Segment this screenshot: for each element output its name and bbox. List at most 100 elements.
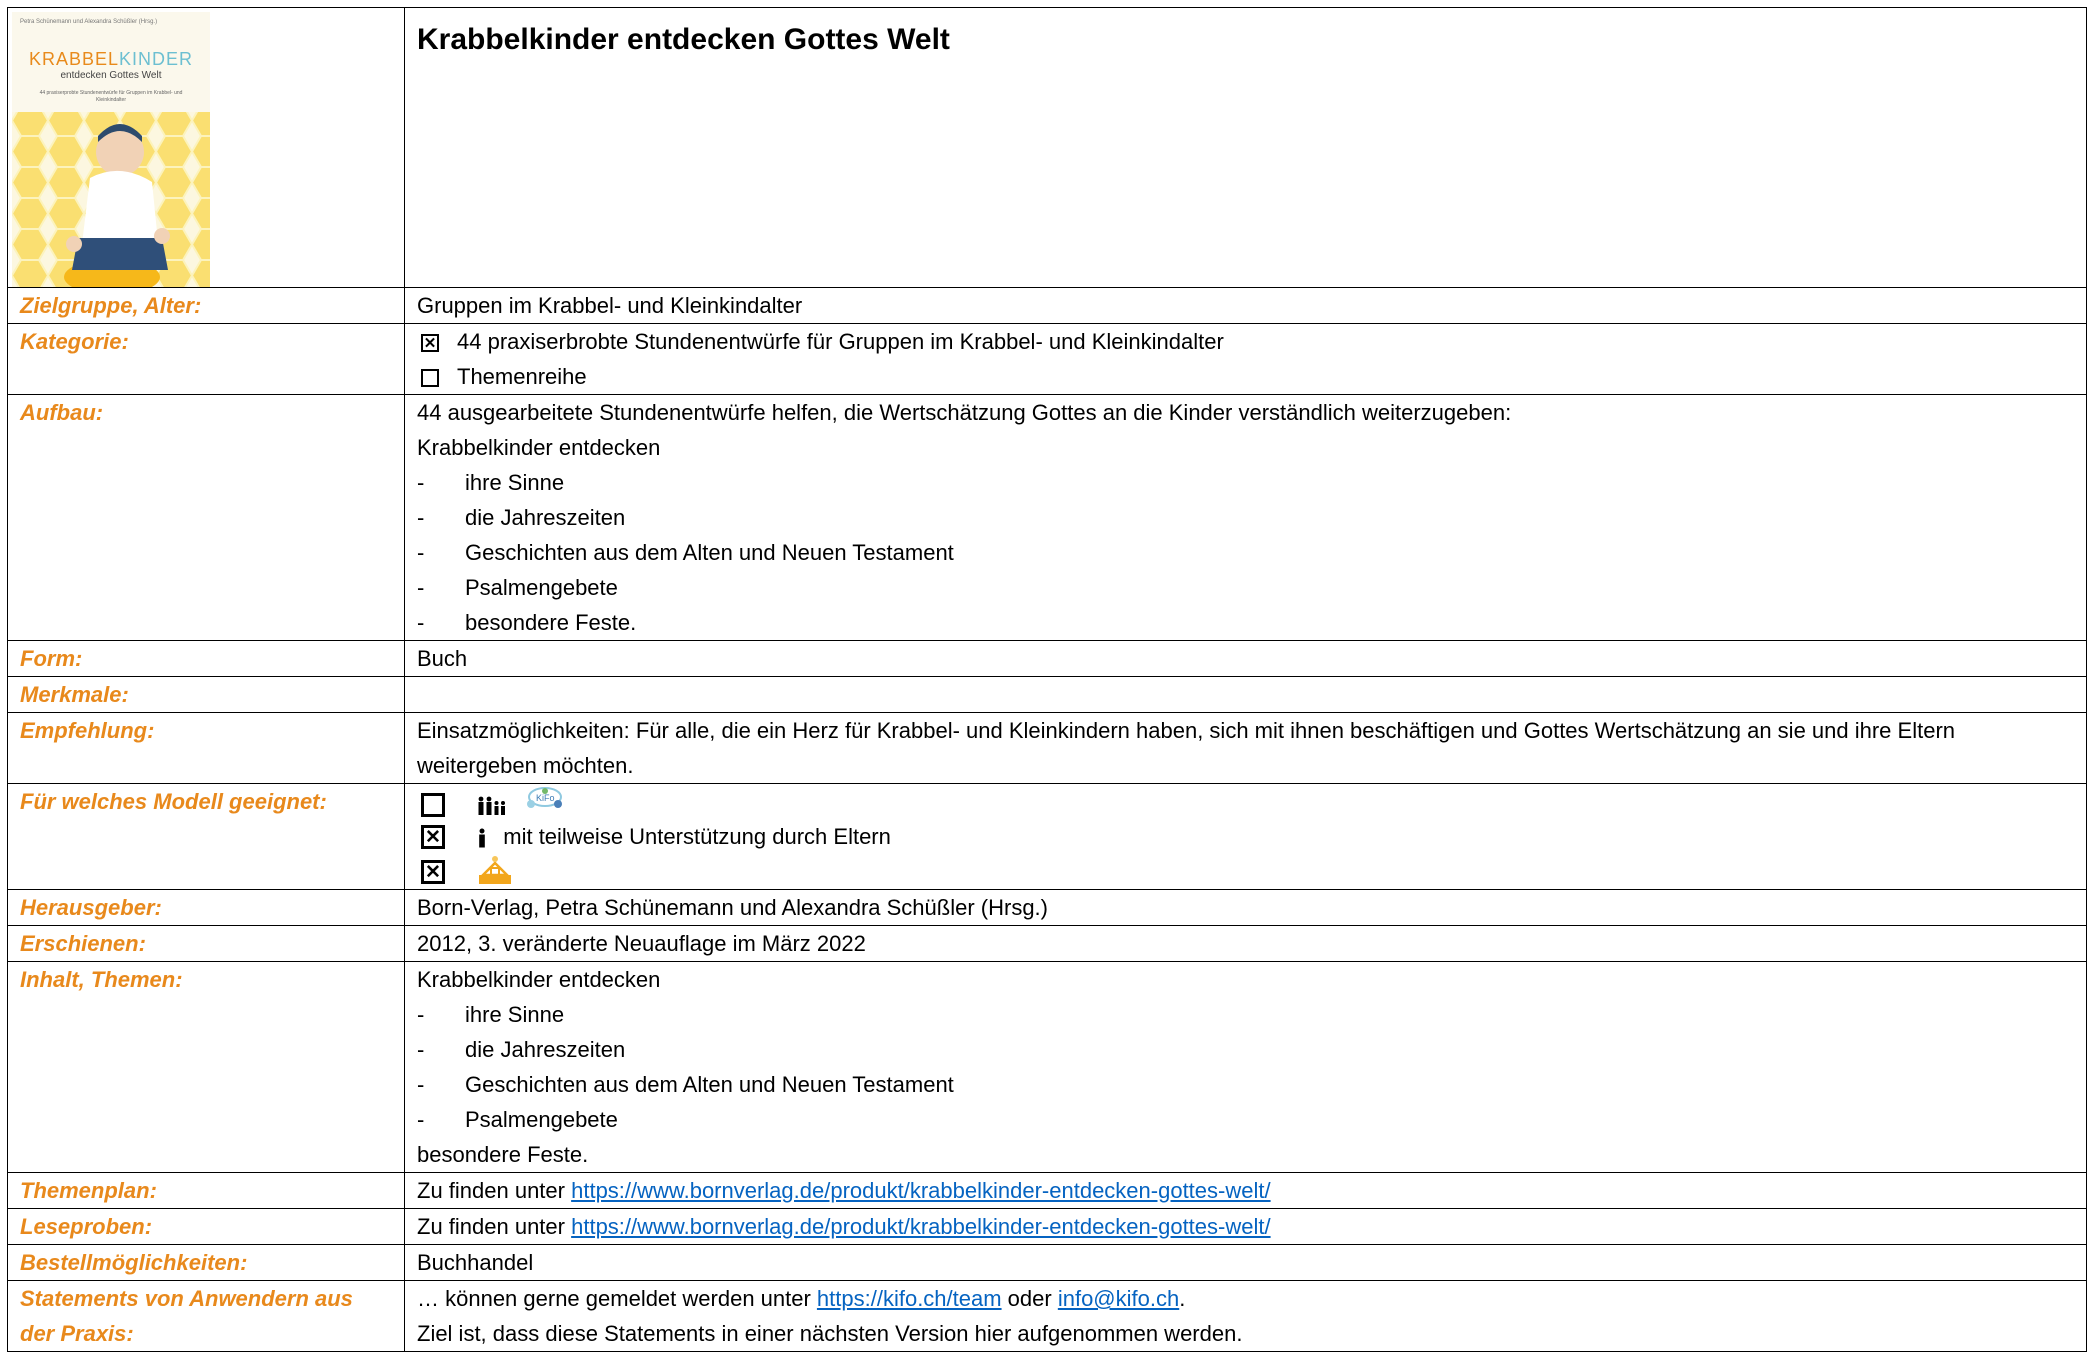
list-item-text: ihre Sinne — [465, 1002, 565, 1027]
cover-brand: KRABBELKINDER — [12, 48, 210, 70]
zielgruppe-text: Gruppen im Krabbel- und Kleinkindalter — [417, 293, 803, 318]
label-erschienen: Erschienen: — [7, 925, 405, 962]
statements-suffix: . — [1179, 1286, 1186, 1311]
label-statements: Statements von Anwendern aus der Praxis: — [7, 1280, 405, 1352]
kategorie-option-1-label: 44 praxiserbrobte Stundenentwürfe für Gr… — [457, 329, 1224, 354]
value-leseproben: Zu finden unter https://www.bornverlag.d… — [404, 1208, 2087, 1245]
label-inhalt: Inhalt, Themen: — [7, 961, 405, 1173]
cover-brand-b: KINDER — [119, 49, 194, 69]
value-modell: KiFo mit teilweise Unterstützung durch E… — [404, 783, 2087, 890]
merkmale-text — [417, 677, 2074, 712]
row-leseproben: Leseproben: Zu finden unter https://www.… — [7, 1208, 2087, 1245]
bestell-text: Buchhandel — [417, 1250, 534, 1275]
themenplan-link[interactable]: https://www.bornverlag.de/produkt/krabbe… — [571, 1178, 1270, 1203]
label-bestell: Bestellmöglichkeiten: — [7, 1244, 405, 1281]
statements-prefix: … können gerne gemeldet werden unter — [417, 1286, 817, 1311]
team-link[interactable]: https://kifo.ch/team — [817, 1286, 1002, 1311]
value-themenplan: Zu finden unter https://www.bornverlag.d… — [404, 1172, 2087, 1209]
page-title: Krabbelkinder entdecken Gottes Welt — [417, 23, 950, 56]
label-themenplan: Themenplan: — [7, 1172, 405, 1209]
checkbox-checked-icon[interactable] — [421, 326, 439, 359]
themenplan-prefix: Zu finden unter — [417, 1178, 572, 1203]
row-erschienen: Erschienen: 2012, 3. veränderte Neuaufla… — [7, 925, 2087, 962]
list-item: - ihre Sinne — [417, 1002, 565, 1027]
list-item-text: besondere Feste. — [465, 610, 637, 635]
label-aufbau: Aufbau: — [7, 394, 405, 641]
list-item-text: ihre Sinne — [465, 470, 565, 495]
kategorie-option-2: Themenreihe — [417, 359, 2074, 394]
cover-editors: Petra Schünemann und Alexandra Schüßler … — [20, 19, 158, 25]
value-statements: … können gerne gemeldet werden unter htt… — [404, 1280, 2087, 1352]
list-item-text: Psalmengebete — [465, 1107, 618, 1132]
svg-text:KiFo: KiFo — [536, 793, 555, 803]
email-link[interactable]: info@kifo.ch — [1058, 1286, 1179, 1311]
modell-option-3 — [417, 854, 2074, 889]
row-zielgruppe: Zielgruppe, Alter: Gruppen im Krabbel- u… — [7, 287, 2087, 324]
row-merkmale: Merkmale: — [7, 676, 2087, 713]
checkbox-unchecked-icon[interactable] — [421, 369, 439, 387]
value-empfehlung: Einsatzmöglichkeiten: Für alle, die ein … — [404, 712, 2087, 784]
row-bestell: Bestellmöglichkeiten: Buchhandel — [7, 1244, 2087, 1281]
kifo-house-icon — [479, 856, 512, 884]
info-sheet-table: Petra Schünemann und Alexandra Schüßler … — [7, 7, 2087, 1352]
statements-mid: oder — [1001, 1286, 1058, 1311]
leseproben-link[interactable]: https://www.bornverlag.de/produkt/krabbe… — [571, 1214, 1270, 1239]
row-kategorie: Kategorie: 44 praxiserbrobte Stundenentw… — [7, 323, 2087, 395]
list-item-text: Psalmengebete — [465, 575, 618, 600]
list-item-text: die Jahreszeiten — [465, 505, 626, 530]
inhalt-lead: Krabbelkinder entdecken — [417, 967, 661, 992]
modell-option-2: mit teilweise Unterstützung durch Eltern — [417, 819, 2074, 854]
row-form: Form: Buch — [7, 640, 2087, 677]
value-erschienen: 2012, 3. veränderte Neuauflage im März 2… — [404, 925, 2087, 962]
row-empfehlung: Empfehlung: Einsatzmöglichkeiten: Für al… — [7, 712, 2087, 784]
leseproben-prefix: Zu finden unter — [417, 1214, 572, 1239]
value-herausgeber: Born-Verlag, Petra Schünemann und Alexan… — [404, 889, 2087, 926]
aufbau-lead: Krabbelkinder entdecken — [417, 435, 661, 460]
statements-line-2: Ziel ist, dass diese Statements in einer… — [417, 1321, 1243, 1346]
label-empfehlung: Empfehlung: — [7, 712, 405, 784]
label-leseproben: Leseproben: — [7, 1208, 405, 1245]
list-item: - die Jahreszeiten — [417, 1037, 626, 1062]
list-item: - die Jahreszeiten — [417, 505, 626, 530]
list-item: - Psalmengebete — [417, 575, 618, 600]
value-aufbau: 44 ausgearbeitete Stundenentwürfe helfen… — [404, 394, 2087, 641]
kifo-logo-icon: KiFo — [527, 787, 563, 808]
list-item-text: die Jahreszeiten — [465, 1037, 626, 1062]
value-form: Buch — [404, 640, 2087, 677]
label-merkmale: Merkmale: — [7, 676, 405, 713]
leseproben-text: Zu finden unter https://www.bornverlag.d… — [417, 1209, 2074, 1244]
row-statements: Statements von Anwendern aus der Praxis:… — [7, 1280, 2087, 1352]
checkbox-checked-icon[interactable] — [421, 855, 445, 889]
checkbox-unchecked-icon[interactable] — [421, 793, 445, 817]
modell-option-1: KiFo — [417, 784, 2074, 819]
header-row: Petra Schünemann und Alexandra Schüßler … — [7, 7, 2087, 288]
cover-cell: Petra Schünemann und Alexandra Schüßler … — [7, 7, 405, 288]
book-cover-image: Petra Schünemann und Alexandra Schüßler … — [12, 12, 210, 287]
row-aufbau: Aufbau: 44 ausgearbeitete Stundenentwürf… — [7, 394, 2087, 641]
list-item: - Geschichten aus dem Alten und Neuen Tes… — [417, 540, 954, 565]
value-inhalt: Krabbelkinder entdecken - ihre Sinne - die… — [404, 961, 2087, 1173]
list-item: - Psalmengebete — [417, 1107, 618, 1132]
label-kategorie: Kategorie: — [7, 323, 405, 395]
row-modell: Für welches Modell geeignet: KiFo ✕ mit … — [7, 783, 2087, 890]
kategorie-option-1: 44 praxiserbrobte Stundenentwürfe für Gr… — [417, 324, 2074, 359]
list-item: - besondere Feste. — [417, 610, 637, 635]
person-icon — [479, 828, 485, 848]
herausgeber-text: Born-Verlag, Petra Schünemann und Alexan… — [417, 895, 1048, 920]
aufbau-intro: 44 ausgearbeitete Stundenentwürfe helfen… — [417, 400, 1512, 425]
list-item-text: Geschichten aus dem Alten und Neuen Test… — [465, 1072, 954, 1097]
cover-subtitle: entdecken Gottes Welt — [60, 70, 162, 81]
label-modell: Für welches Modell geeignet: — [7, 783, 405, 890]
form-text: Buch — [417, 646, 468, 671]
themenplan-text: Zu finden unter https://www.bornverlag.d… — [417, 1173, 2074, 1208]
checkbox-checked-icon[interactable] — [421, 820, 445, 854]
label-form: Form: — [7, 640, 405, 677]
list-item-text: Geschichten aus dem Alten und Neuen Test… — [465, 540, 954, 565]
title-cell: Krabbelkinder entdecken Gottes Welt — [404, 7, 2087, 288]
label-herausgeber: Herausgeber: — [7, 889, 405, 926]
cover-brand-a: KRABBEL — [28, 49, 120, 69]
statements-line-1: … können gerne gemeldet werden unter htt… — [417, 1281, 2074, 1316]
list-item: - Geschichten aus dem Alten und Neuen Tes… — [417, 1072, 954, 1097]
row-herausgeber: Herausgeber: Born-Verlag, Petra Schünema… — [7, 889, 2087, 926]
row-inhalt: Inhalt, Themen: Krabbelkinder entdecken … — [7, 961, 2087, 1173]
